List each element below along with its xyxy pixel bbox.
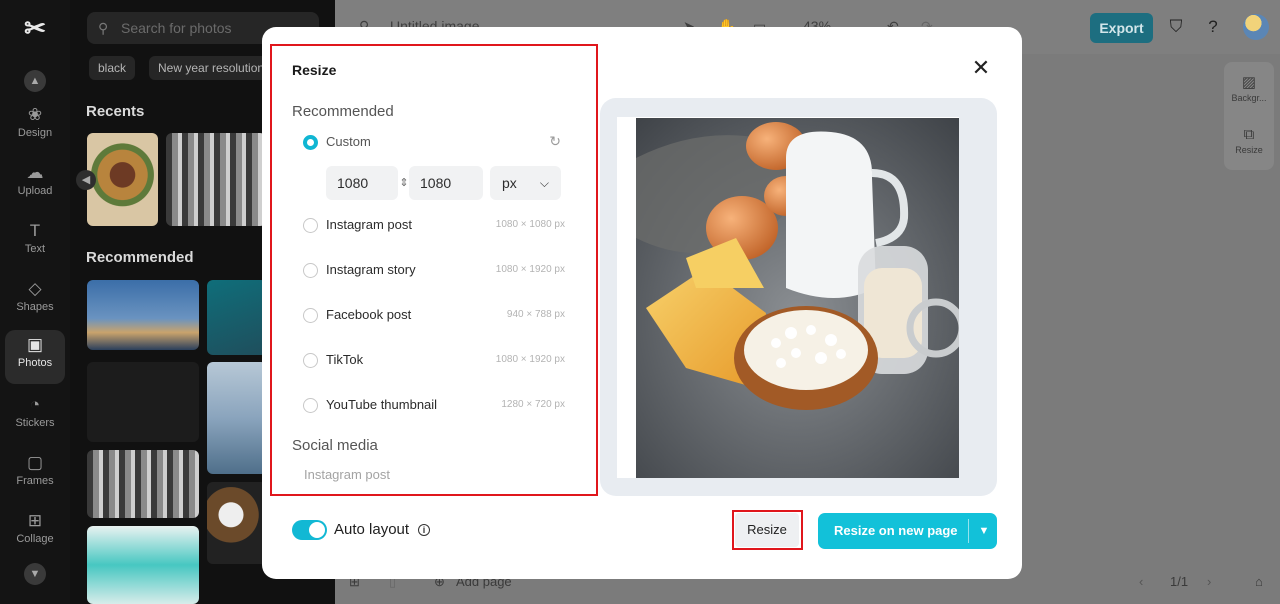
preset-label: TikTok <box>326 352 364 367</box>
social-media-heading: Social media <box>292 437 378 454</box>
unit-value: px <box>502 175 517 191</box>
preset-size: 1080 × 1920 px <box>495 264 565 275</box>
preset-label: Facebook post <box>326 307 412 322</box>
preview-canvas <box>617 117 959 478</box>
recommended-heading: Recommended <box>292 103 394 120</box>
preset-size: 1080 × 1080 px <box>495 219 565 230</box>
auto-layout-label: Auto layout <box>334 521 410 538</box>
preset-label: Custom <box>326 134 371 149</box>
radio[interactable] <box>303 353 318 368</box>
preset-tiktok[interactable]: TikTok 1080 × 1920 px <box>303 350 567 372</box>
radio-selected[interactable] <box>303 135 318 150</box>
reset-icon[interactable]: ↻ <box>549 133 561 150</box>
close-icon[interactable]: ✕ <box>970 57 992 79</box>
swap-dimensions-icon[interactable]: ⇕ <box>399 175 409 191</box>
preset-youtube-thumbnail[interactable]: YouTube thumbnail 1280 × 720 px <box>303 395 567 417</box>
height-input[interactable]: 1080 <box>409 166 483 200</box>
social-media-item[interactable]: Instagram post <box>304 467 390 482</box>
width-input[interactable]: 1080 <box>326 166 398 200</box>
resize-on-new-page-button[interactable]: Resize on new page ▼ <box>818 513 997 549</box>
radio[interactable] <box>303 218 318 233</box>
dialog-title: Resize <box>292 62 337 78</box>
preview-area <box>600 98 997 496</box>
preset-instagram-post[interactable]: Instagram post 1080 × 1080 px <box>303 215 567 237</box>
unit-select[interactable]: px ⌵ <box>490 166 561 200</box>
info-icon[interactable]: i <box>418 524 430 536</box>
resize-on-new-page-label: Resize on new page <box>834 523 958 538</box>
chevron-down-icon[interactable]: ▼ <box>971 513 997 549</box>
toggle-knob <box>309 522 325 538</box>
preset-label: Instagram story <box>326 262 416 277</box>
preset-facebook-post[interactable]: Facebook post 940 × 788 px <box>303 305 567 327</box>
chevron-down-icon: ⌵ <box>539 176 549 190</box>
resize-button[interactable]: Resize <box>735 513 799 547</box>
auto-layout-toggle[interactable] <box>292 520 327 540</box>
preset-size: 1280 × 720 px <box>501 399 565 410</box>
radio[interactable] <box>303 263 318 278</box>
button-divider <box>968 519 969 543</box>
preset-size: 1080 × 1920 px <box>495 354 565 365</box>
preset-label: Instagram post <box>326 217 412 232</box>
preset-size: 940 × 788 px <box>506 309 565 320</box>
radio[interactable] <box>303 308 318 323</box>
dairy-products-image <box>636 118 959 478</box>
preset-instagram-story[interactable]: Instagram story 1080 × 1920 px <box>303 260 567 282</box>
preset-custom[interactable]: Custom ↻ <box>303 132 567 154</box>
radio[interactable] <box>303 398 318 413</box>
preset-label: YouTube thumbnail <box>326 397 438 412</box>
resize-dialog: Resize ✕ Recommended Custom ↻ 1080 ⇕ 108… <box>262 27 1022 579</box>
